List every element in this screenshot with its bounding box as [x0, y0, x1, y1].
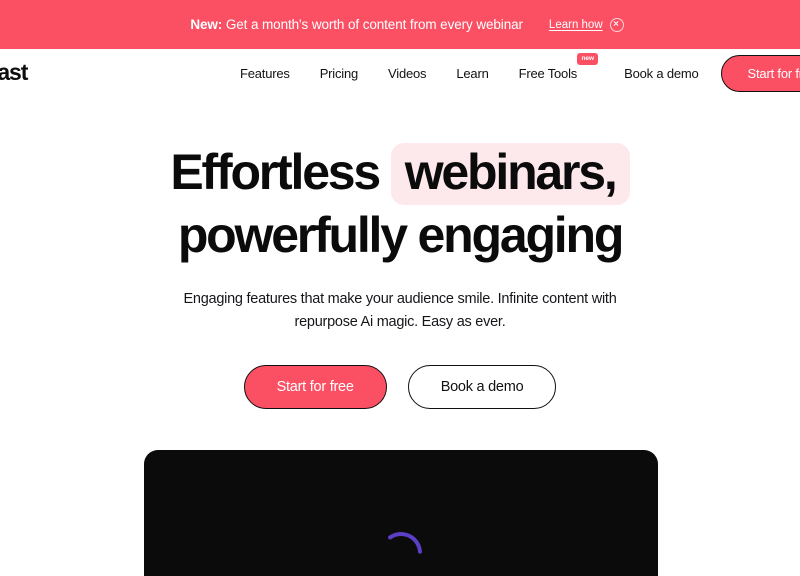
hero-media[interactable] [144, 450, 658, 576]
nav-item-label: Learn [456, 66, 489, 81]
announcement-message: Get a month's worth of content from ever… [222, 17, 523, 32]
nav-item-label: Features [240, 66, 290, 81]
start-for-free-button-header[interactable]: Start for free [720, 55, 800, 92]
nav-item-pricing[interactable]: Pricing [319, 66, 359, 81]
announcement-label: New: [190, 17, 223, 32]
close-circle-icon[interactable] [609, 17, 624, 32]
site-header: ntrast Features Pricing Videos Learn Fre… [0, 49, 800, 98]
learn-how-link[interactable]: Learn how [549, 19, 603, 31]
new-badge: new [577, 53, 599, 65]
header-actions: Book a demo Start for free [624, 49, 800, 98]
announcement-actions: Learn how [549, 17, 624, 32]
nav-item-free-tools[interactable]: Free Tools new [518, 53, 599, 81]
nav-item-label: Videos [388, 66, 427, 81]
hero-subtitle-line-1: Engaging features that make your audienc… [183, 290, 617, 307]
hero-subtitle: Engaging features that make your audienc… [0, 266, 800, 335]
logo[interactable]: ntrast [0, 59, 28, 86]
nav-item-label: Pricing [319, 66, 359, 81]
book-a-demo-button[interactable]: Book a demo [407, 365, 557, 410]
start-for-free-button[interactable]: Start for free [243, 365, 387, 410]
video-player-panel[interactable] [144, 450, 658, 576]
announcement-banner-content: New: Get a month's worth of content from… [190, 17, 624, 32]
announcement-banner: New: Get a month's worth of content from… [0, 0, 800, 49]
landing-page: New: Get a month's worth of content from… [0, 0, 800, 576]
hero-subtitle-line-2: repurpose Ai magic. Easy as ever. [294, 313, 506, 330]
circular-loader-icon [378, 530, 424, 576]
announcement-text: New: Get a month's worth of content from… [190, 17, 523, 32]
nav-item-learn[interactable]: Learn [456, 66, 488, 81]
page-title: Effortless webinars, powerfully engaging [0, 98, 800, 266]
headline-highlight: webinars, [390, 143, 630, 205]
book-a-demo-link[interactable]: Book a demo [624, 66, 699, 81]
nav-item-videos[interactable]: Videos [388, 66, 427, 81]
headline-part-2: powerfully engaging [177, 206, 625, 263]
headline-part-1: Effortless [170, 144, 381, 200]
hero-cta-row: Start for free Book a demo [0, 334, 800, 410]
main-navigation: Features Pricing Videos Learn Free Tools… [240, 49, 599, 98]
nav-item-label: Free Tools [518, 66, 578, 81]
nav-item-features[interactable]: Features [240, 66, 290, 81]
hero-section: Effortless webinars, powerfully engaging… [0, 98, 800, 410]
